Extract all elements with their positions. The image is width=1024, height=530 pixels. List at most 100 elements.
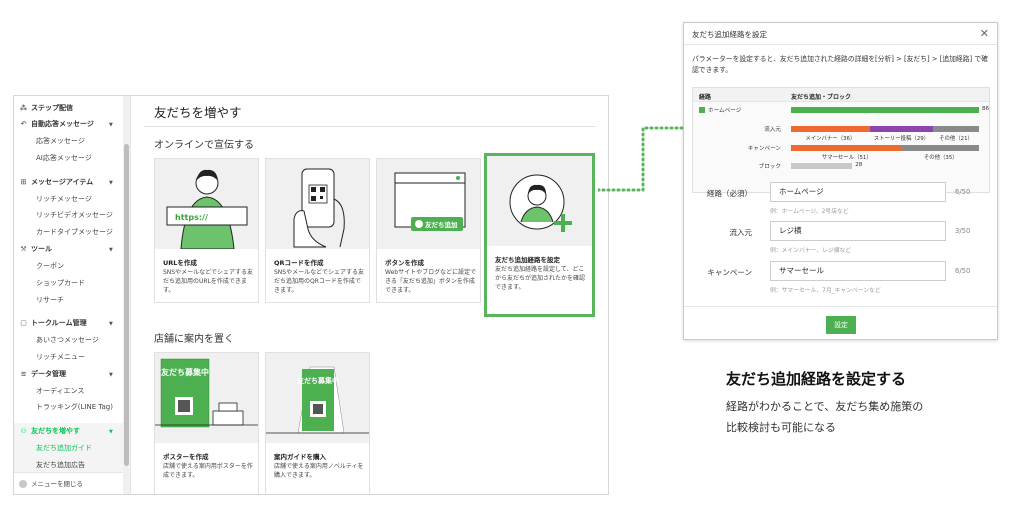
sidebar-item-label: トークルーム管理: [31, 319, 87, 327]
chevron-down-icon[interactable]: ▼: [109, 372, 113, 378]
sidebar-item-research[interactable]: リサーチ: [36, 292, 64, 308]
field-help: 例：サマーセール、7月_キャンペーンなど: [770, 288, 881, 294]
chevron-down-icon[interactable]: ▼: [109, 122, 113, 128]
caption-line: 比較検討も可能になる: [726, 421, 836, 434]
sidebar-item-rich-video[interactable]: リッチビデオメッセージ: [36, 207, 113, 223]
phone-qr-illustration: [293, 168, 345, 248]
card-create-qr[interactable]: QRコードを作成 SNSやメールなどでシェアする友だち追加用のQRコードを作成で…: [265, 158, 370, 303]
sidebar-item-step-delivery[interactable]: ⁂ ステップ配信: [19, 100, 73, 116]
sidebar-item-rich-message[interactable]: リッチメッセージ: [36, 191, 92, 207]
tools-icon: ⚒: [20, 245, 27, 253]
segment-label: その他（21）: [939, 136, 973, 142]
card-description: 友だち追加経路を設定して、どこから友だちが追加されたかを確認できます。: [495, 266, 586, 291]
sidebar-item-card-message[interactable]: カードタイプメッセージ: [36, 224, 113, 240]
svg-text:https://: https://: [175, 213, 208, 222]
chart-bar: [791, 107, 979, 113]
section-title-online: オンラインで宣伝する: [154, 140, 254, 151]
chart-bar-segment: [791, 145, 903, 151]
app-window: ⁂ ステップ配信 ↶ 自動応答メッセージ ▼ 応答メッセージ AI応答メッセージ ⊞…: [13, 95, 609, 495]
chart-bar-segment: [791, 126, 870, 132]
org-chart-icon: ⁂: [19, 104, 28, 112]
field-help: 例：メインバナー、レジ横など: [770, 248, 852, 254]
card-create-poster[interactable]: 友だち募集中 ポスターを作成 店舗で使える案内用ポスターを作成できます。: [154, 352, 259, 494]
card-thumbnail: 友だち募集中: [266, 353, 369, 443]
chevron-down-icon[interactable]: ▼: [109, 247, 113, 253]
card-create-url[interactable]: https:// URLを作成 SNSやメールなどでシェアする友だち追加用のUR…: [154, 158, 259, 303]
dialog-title: 友だち追加経路を設定: [692, 30, 767, 39]
sidebar-item-auto-reply[interactable]: ↶ 自動応答メッセージ: [19, 116, 94, 132]
sidebar-item-label: ツール: [31, 245, 52, 253]
route-input[interactable]: ホームページ: [770, 182, 946, 202]
sidebar-item-shop-card[interactable]: ショップカード: [36, 275, 85, 291]
chevron-down-icon[interactable]: ▼: [109, 429, 113, 435]
sidebar-item-tracking[interactable]: トラッキング(LINE Tag): [36, 399, 113, 415]
card-title: ボタンを作成: [385, 259, 424, 267]
sidebar-item-grow-friends[interactable]: ⚇ 友だちを増やす: [19, 423, 80, 439]
sidebar-collapse-label: メニューを閉じる: [31, 480, 83, 488]
field-help: 例：ホームページ、2号店など: [770, 209, 849, 215]
card-title: URLを作成: [163, 259, 197, 267]
chevron-down-icon[interactable]: ▼: [109, 321, 113, 327]
caption-line: 経路がわかることで、友だち集め施策の: [726, 400, 924, 413]
sidebar-item-reply-message[interactable]: 応答メッセージ: [36, 133, 85, 149]
sidebar-item-chat-management[interactable]: ▢ トークルーム管理: [19, 315, 87, 331]
card-description: SNSやメールなどでシェアする友だち追加用のQRコードを作成できます。: [274, 269, 364, 294]
person-plus-illustration: [509, 174, 572, 232]
chat-icon: ▢: [20, 319, 27, 327]
sidebar-item-friend-guide[interactable]: 友だち追加ガイド: [36, 440, 92, 456]
sidebar-item-rich-menu[interactable]: リッチメニュー: [36, 349, 85, 365]
chart-bar: [791, 163, 853, 169]
char-count: 6/50: [955, 188, 971, 196]
close-icon[interactable]: ✕: [980, 27, 989, 40]
card-title: 案内ガイドを購入: [274, 453, 326, 461]
sidebar-item-message-items[interactable]: ⊞ メッセージアイテム: [19, 174, 94, 190]
segment-label: ストーリー投稿（29）: [873, 136, 930, 142]
card-description: SNSやメールなどでシェアする友だち追加用のURLを作成できます。: [163, 269, 253, 294]
char-count: 3/50: [955, 227, 971, 235]
sidebar-collapse-button[interactable]: メニューを閉じる: [14, 472, 124, 494]
sidebar-item-greeting[interactable]: あいさつメッセージ: [36, 332, 99, 348]
campaign-input[interactable]: サマーセール: [770, 261, 946, 281]
card-description: 店舗で使える案内用ポスターを作成できます。: [163, 463, 253, 479]
row-label: キャンペーン: [747, 146, 781, 152]
chevron-down-icon[interactable]: ▼: [109, 180, 113, 186]
segment-label: サマーセール（51）: [821, 155, 872, 161]
dialog-header: 友だち追加経路を設定 ✕: [684, 23, 997, 45]
caption-text: 経路がわかることで、友だち集め施策の 比較検討も可能になる: [726, 396, 996, 438]
card-thumbnail: https://: [155, 159, 258, 250]
svg-text:友だち募集中: 友だち募集中: [160, 367, 209, 377]
row-label: 流入元: [764, 127, 781, 133]
sidebar-item-ai-reply[interactable]: AI応答メッセージ: [36, 150, 92, 166]
browser-button-illustration: 友だち追加: [394, 172, 466, 231]
chart-bar-segment: [933, 126, 979, 132]
route-chart: 経路 友だち追加・ブロック ホームページ 86 流入元 メインバナー（36） ストーリー…: [692, 87, 990, 193]
plus-square-icon: ⊞: [20, 178, 27, 186]
sidebar-item-coupon[interactable]: クーポン: [36, 258, 64, 274]
screen: ⁂ ステップ配信 ↶ 自動応答メッセージ ▼ 応答メッセージ AI応答メッセージ ⊞…: [0, 0, 1024, 530]
card-title: 友だち追加経路を設定: [495, 256, 560, 264]
sidebar-item-friend-ads[interactable]: 友だち追加広告: [36, 457, 85, 473]
sidebar-scrollbar[interactable]: [123, 96, 130, 494]
sidebar-item-label: 友だちを増やす: [31, 427, 80, 435]
source-input[interactable]: レジ横: [770, 221, 946, 241]
submit-button[interactable]: 設定: [826, 316, 856, 334]
chart-col-route: 経路: [699, 94, 712, 101]
divider: [144, 126, 596, 127]
card-create-button[interactable]: 友だち追加 ボタンを作成 Webサイトやブログなどに設定できる「友だち追加」ボタ…: [376, 158, 481, 303]
card-set-friend-route[interactable]: 友だち追加経路を設定 友だち追加経路を設定して、どこから友だちが追加されたかを確…: [484, 153, 595, 317]
bar-value: 28: [855, 162, 863, 168]
scrollbar-thumb[interactable]: [124, 144, 129, 466]
poster-illustration: 友だち募集中: [155, 358, 258, 428]
chart-header: 経路 友だち追加・ブロック: [693, 88, 989, 102]
page-title: 友だちを増やす: [154, 105, 242, 120]
chart-col-title: 友だち追加・ブロック: [791, 94, 852, 101]
chart-bar-segment: [869, 126, 934, 132]
card-thumbnail: 友だち募集中: [155, 353, 258, 443]
sidebar-item-tools[interactable]: ⚒ ツール: [19, 241, 52, 257]
card-buy-guide[interactable]: 友だち募集中 案内ガイドを購入 店舗で使える案内用ノベルティを購入できます。: [265, 352, 370, 494]
sidebar-item-label: 自動応答メッセージ: [31, 120, 94, 128]
sidebar-item-audience[interactable]: オーディエンス: [36, 383, 84, 399]
collapse-icon: [19, 480, 27, 488]
sidebar-item-data-management[interactable]: ≋ データ管理: [19, 366, 66, 382]
row-label: ホームページ: [708, 108, 742, 114]
